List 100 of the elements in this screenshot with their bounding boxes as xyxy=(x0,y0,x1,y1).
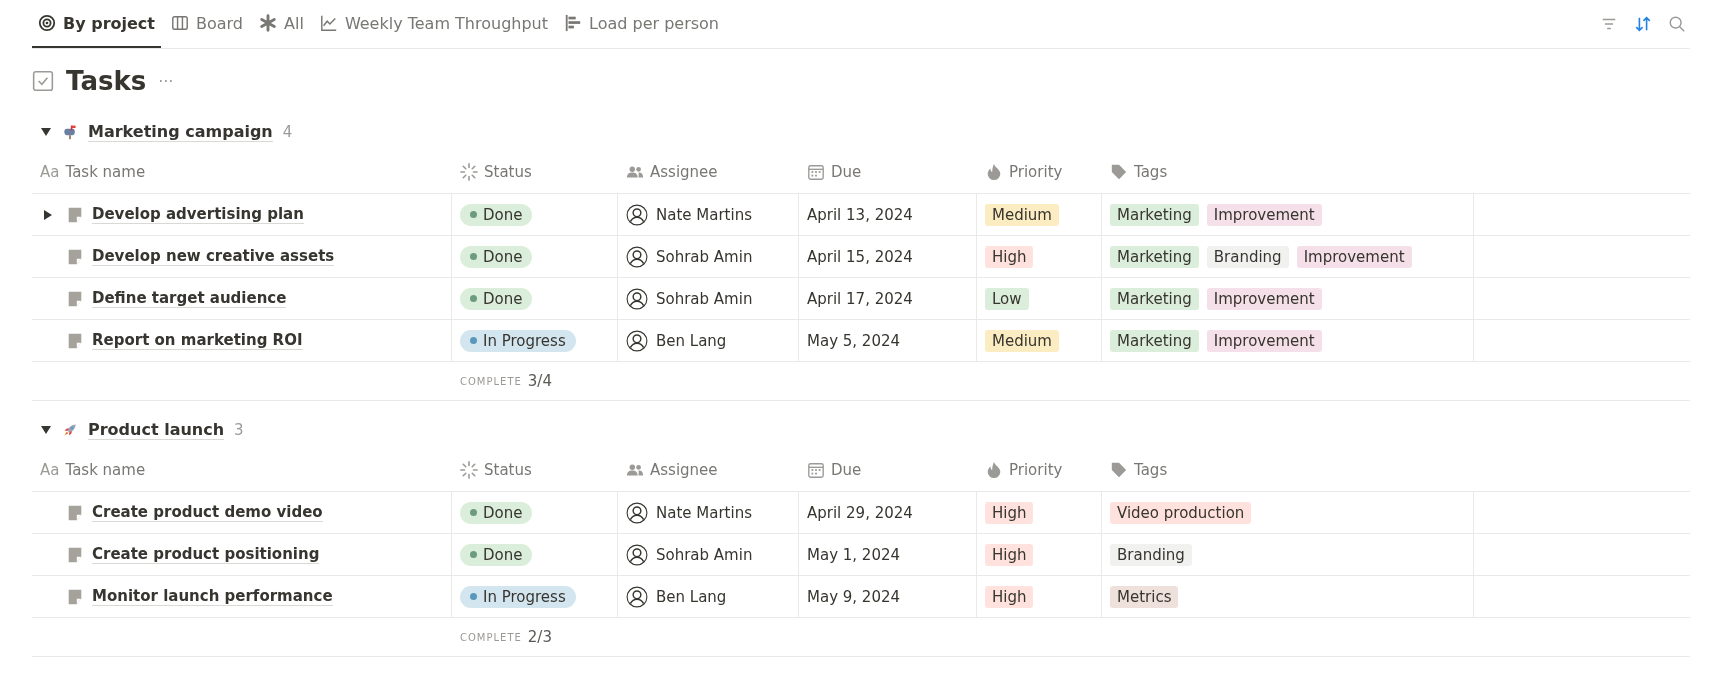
expand-toggle[interactable] xyxy=(42,208,54,221)
avatar-icon xyxy=(626,585,648,608)
target-icon xyxy=(38,14,56,32)
column-header[interactable]: Priority xyxy=(977,151,1102,194)
column-header[interactable]: Tags xyxy=(1102,449,1474,492)
group-name[interactable]: Product launch xyxy=(88,420,225,440)
page-icon xyxy=(66,331,84,350)
group-name[interactable]: Marketing campaign xyxy=(88,122,273,142)
avatar-icon xyxy=(626,245,648,268)
task-name[interactable]: Monitor launch performance xyxy=(92,587,333,606)
tag-label: Marketing xyxy=(1110,203,1199,226)
status-pill: Done xyxy=(460,203,533,226)
group-count: 3 xyxy=(234,421,244,439)
page-icon xyxy=(66,205,84,224)
view-tab[interactable]: Board xyxy=(165,0,250,48)
priority-tag: Medium xyxy=(985,203,1059,226)
tag-label: Improvement xyxy=(1206,203,1322,226)
board-icon xyxy=(171,14,189,32)
page-icon xyxy=(66,247,84,266)
status-pill: Done xyxy=(460,501,533,524)
priority-tag: High xyxy=(985,543,1034,566)
calculation-label: COMPLETE xyxy=(460,631,522,643)
due-date: May 9, 2024 xyxy=(807,587,901,606)
tag-label: Marketing xyxy=(1110,329,1199,352)
tag-label: Video production xyxy=(1110,501,1252,524)
tag-icon xyxy=(1110,461,1128,479)
due-date: April 29, 2024 xyxy=(807,503,913,522)
avatar-icon xyxy=(626,287,648,310)
calculation-label: COMPLETE xyxy=(460,375,522,387)
flame-icon xyxy=(985,461,1003,479)
page-icon xyxy=(66,545,84,564)
tag-label: Improvement xyxy=(1206,287,1322,310)
column-header[interactable]: Aa Task name xyxy=(32,151,452,194)
task-name[interactable]: Report on marketing ROI xyxy=(92,331,303,350)
text-type-label: Aa xyxy=(40,163,60,181)
avatar-icon xyxy=(626,543,648,566)
due-date: May 5, 2024 xyxy=(807,331,901,350)
assignee-name: Sohrab Amin xyxy=(656,545,753,564)
search-icon[interactable] xyxy=(1668,15,1686,33)
status-pill: Done xyxy=(460,543,533,566)
calendar-icon xyxy=(807,461,825,479)
tag-label: Improvement xyxy=(1206,329,1322,352)
page-icon xyxy=(66,587,84,606)
page-icon xyxy=(66,503,84,522)
tag-label: Metrics xyxy=(1110,585,1179,608)
column-header[interactable]: Aa Task name xyxy=(32,449,452,492)
column-header[interactable]: Tags xyxy=(1102,151,1474,194)
view-tab[interactable]: Load per person xyxy=(558,0,725,48)
sort-icon[interactable] xyxy=(1634,15,1652,33)
avatar-icon xyxy=(626,203,648,226)
due-date: April 13, 2024 xyxy=(807,205,913,224)
avatar-icon xyxy=(626,329,648,352)
rocket-icon xyxy=(62,422,78,438)
flame-icon xyxy=(985,163,1003,181)
group-count: 4 xyxy=(282,123,293,141)
task-name[interactable]: Create product positioning xyxy=(92,545,320,564)
calculation-value: 3/4 xyxy=(527,372,552,390)
due-date: April 15, 2024 xyxy=(807,247,913,266)
tag-icon xyxy=(1110,163,1128,181)
page-icon xyxy=(66,289,84,308)
calendar-icon xyxy=(807,163,825,181)
due-date: April 17, 2024 xyxy=(807,289,913,308)
calculation-value: 2/3 xyxy=(527,628,552,646)
tag-label: Marketing xyxy=(1110,245,1199,268)
mailbox-icon xyxy=(62,124,78,140)
bar-chart-icon xyxy=(564,14,583,32)
task-name[interactable]: Create product demo video xyxy=(92,503,323,522)
column-header[interactable]: Due xyxy=(799,151,977,194)
assignee-name: Sohrab Amin xyxy=(656,247,753,266)
spinner-icon xyxy=(460,461,478,479)
assignee-name: Ben Lang xyxy=(656,587,727,606)
collapse-toggle[interactable] xyxy=(40,126,52,138)
status-pill: Done xyxy=(460,245,533,268)
task-name[interactable]: Develop advertising plan xyxy=(92,205,304,224)
column-header[interactable]: Due xyxy=(799,449,977,492)
assignee-name: Nate Martins xyxy=(656,503,752,522)
asterisk-icon xyxy=(259,14,278,32)
column-header[interactable]: Priority xyxy=(977,449,1102,492)
status-pill: In Progress xyxy=(460,585,576,608)
task-name[interactable]: Develop new creative assets xyxy=(92,247,335,266)
status-pill: Done xyxy=(460,287,533,310)
column-header[interactable]: Assignee xyxy=(618,151,799,194)
assignee-name: Nate Martins xyxy=(656,205,752,224)
column-header[interactable]: Assignee xyxy=(618,449,799,492)
spinner-icon xyxy=(460,163,478,181)
text-type-label: Aa xyxy=(40,461,60,479)
more-menu[interactable]: ··· xyxy=(158,71,174,91)
tag-label: Improvement xyxy=(1296,245,1412,268)
view-tab[interactable]: By project xyxy=(32,0,161,48)
task-name[interactable]: Define target audience xyxy=(92,289,287,308)
line-chart-icon xyxy=(319,14,338,32)
view-tab[interactable]: Weekly Team Throughput xyxy=(313,0,555,48)
collapse-toggle[interactable] xyxy=(40,424,52,436)
tag-label: Branding xyxy=(1206,245,1289,268)
view-tab[interactable]: All xyxy=(253,0,310,48)
page-title: Tasks xyxy=(66,66,147,96)
tag-label: Branding xyxy=(1110,543,1192,566)
column-header[interactable]: Status xyxy=(452,449,618,492)
column-header[interactable]: Status xyxy=(452,151,618,194)
due-date: May 1, 2024 xyxy=(807,545,901,564)
